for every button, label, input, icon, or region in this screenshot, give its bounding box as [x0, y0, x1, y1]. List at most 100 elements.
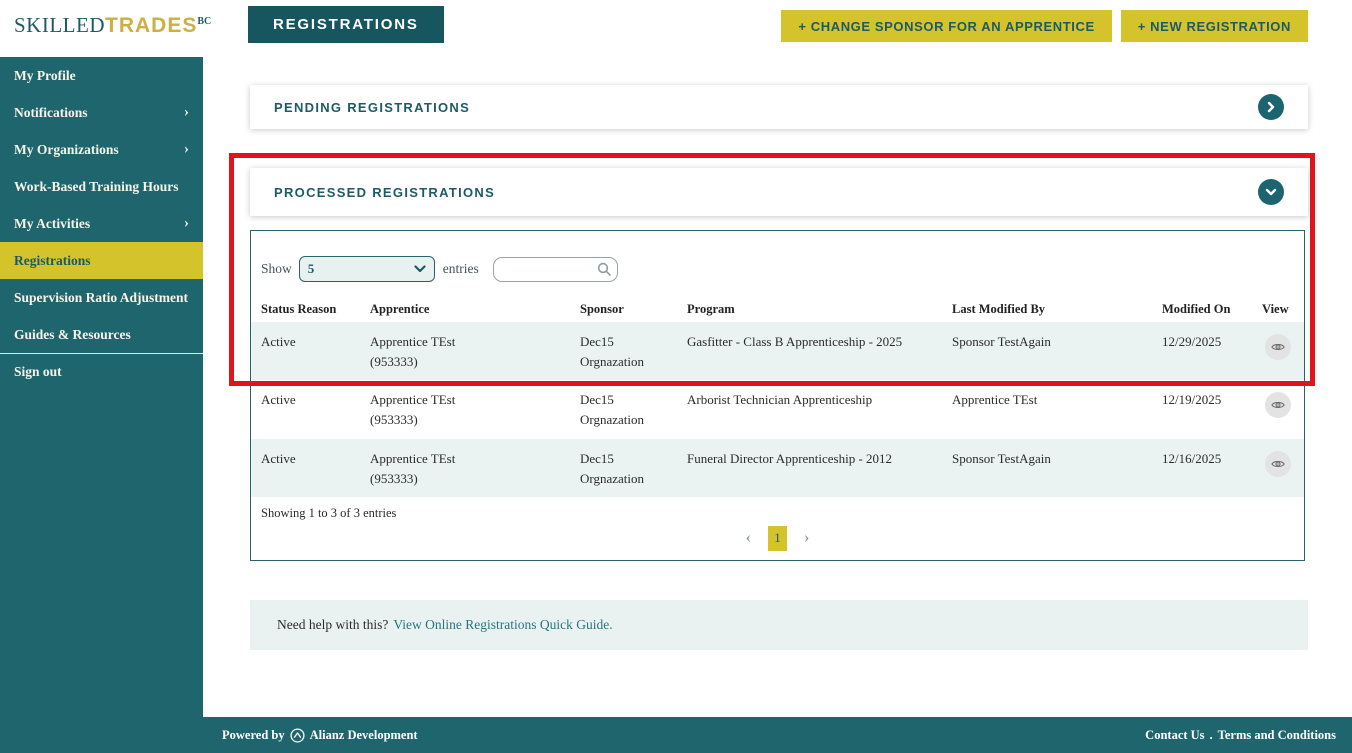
- column-apprentice: Apprentice: [360, 297, 570, 322]
- sidebar-item-sign-out[interactable]: Sign out: [0, 353, 203, 390]
- page-size-select[interactable]: 5: [299, 256, 435, 282]
- chevron-down-icon: [414, 265, 426, 273]
- help-box: Need help with this? View Online Registr…: [250, 600, 1308, 650]
- sidebar-item-my-organizations[interactable]: My Organizations ›: [0, 131, 203, 168]
- apprentice-name: Apprentice TEst: [370, 390, 560, 410]
- brand-logo-bc: BC: [197, 16, 211, 27]
- sidebar-item-label: Supervision Ratio Adjustment: [14, 290, 188, 306]
- pagination-prev-button[interactable]: ‹: [740, 528, 757, 548]
- apprentice-name: Apprentice TEst: [370, 449, 560, 469]
- column-modified-on: Modified On: [1152, 297, 1252, 322]
- cell-last-modified-by: Sponsor TestAgain: [942, 439, 1152, 497]
- eye-icon: [1271, 399, 1285, 411]
- page-title: REGISTRATIONS: [248, 6, 444, 43]
- sidebar-item-label: Notifications: [14, 105, 88, 121]
- cell-view: [1252, 322, 1304, 380]
- table-controls: Show 5 entries: [261, 256, 1294, 282]
- sidebar-item-supervision-ratio-adjustment[interactable]: Supervision Ratio Adjustment: [0, 279, 203, 316]
- cell-last-modified-by: Sponsor TestAgain: [942, 322, 1152, 380]
- powered-by-label: Powered by: [222, 728, 285, 743]
- sponsor-name-line2: Orgnazation: [580, 410, 667, 430]
- contact-us-link[interactable]: Contact Us: [1145, 728, 1204, 743]
- table-row: Active Apprentice TEst (953333) Dec15 Or…: [251, 322, 1304, 380]
- eye-icon: [1271, 341, 1285, 353]
- sponsor-name-line2: Orgnazation: [580, 469, 667, 489]
- cell-view: [1252, 380, 1304, 438]
- sidebar-item-notifications[interactable]: Notifications ›: [0, 94, 203, 131]
- pending-registrations-panel: PENDING REGISTRATIONS: [250, 85, 1308, 129]
- pending-registrations-title: PENDING REGISTRATIONS: [274, 100, 470, 115]
- company-name: Alianz Development: [310, 728, 418, 743]
- sidebar-item-label: My Organizations: [14, 142, 119, 158]
- sidebar-item-label: Sign out: [14, 364, 62, 380]
- cell-sponsor: Dec15 Orgnazation: [570, 439, 677, 497]
- brand-logo-trades: TRADES: [105, 14, 197, 37]
- column-sponsor: Sponsor: [570, 297, 677, 322]
- column-last-modified-by: Last Modified By: [942, 297, 1152, 322]
- chevron-right-icon: ›: [184, 142, 189, 157]
- cell-apprentice: Apprentice TEst (953333): [360, 439, 570, 497]
- sidebar-item-guides-resources[interactable]: Guides & Resources: [0, 316, 203, 353]
- page-size-value: 5: [308, 261, 315, 277]
- terms-and-conditions-link[interactable]: Terms and Conditions: [1218, 728, 1336, 743]
- quick-guide-link[interactable]: View Online Registrations Quick Guide.: [393, 617, 612, 633]
- expand-pending-button[interactable]: [1258, 94, 1284, 120]
- apprentice-name: Apprentice TEst: [370, 332, 560, 352]
- cell-status: Active: [251, 322, 360, 380]
- processed-registrations-title: PROCESSED REGISTRATIONS: [274, 185, 495, 200]
- sidebar-item-label: My Activities: [14, 216, 90, 232]
- cell-view: [1252, 439, 1304, 497]
- footer-powered-by: Powered by Alianz Development: [222, 728, 418, 743]
- chevron-right-icon: ›: [184, 216, 189, 231]
- cell-status: Active: [251, 439, 360, 497]
- pagination-page-1[interactable]: 1: [768, 526, 787, 551]
- show-label: Show: [261, 261, 292, 277]
- sidebar-item-registrations[interactable]: Registrations: [0, 242, 203, 279]
- cell-modified-on: 12/16/2025: [1152, 439, 1252, 497]
- cell-apprentice: Apprentice TEst (953333): [360, 322, 570, 380]
- cell-apprentice: Apprentice TEst (953333): [360, 380, 570, 438]
- view-registration-button[interactable]: [1265, 334, 1291, 360]
- sidebar-item-my-activities[interactable]: My Activities ›: [0, 205, 203, 242]
- entries-label: entries: [443, 261, 479, 277]
- column-program: Program: [677, 297, 942, 322]
- table-header-row: Status Reason Apprentice Sponsor Program…: [251, 297, 1304, 322]
- search-icon: [597, 262, 611, 276]
- registrations-table: Status Reason Apprentice Sponsor Program…: [251, 297, 1304, 497]
- footer-links: Contact Us . Terms and Conditions: [1145, 728, 1336, 743]
- pagination-next-button[interactable]: ›: [798, 528, 815, 548]
- table-search: [493, 257, 618, 282]
- sidebar-item-label: Registrations: [14, 253, 91, 269]
- cell-program: Arborist Technician Apprenticeship: [677, 380, 942, 438]
- new-registration-button[interactable]: + NEW REGISTRATION: [1121, 10, 1308, 42]
- brand-logo[interactable]: SKILLEDTRADESBC: [14, 13, 211, 38]
- sponsor-name-line1: Dec15: [580, 332, 667, 352]
- footer-separator: .: [1210, 728, 1213, 743]
- brand-logo-skilled: SKILLED: [14, 13, 105, 37]
- collapse-processed-button[interactable]: [1258, 179, 1284, 205]
- sponsor-name-line1: Dec15: [580, 449, 667, 469]
- sidebar-item-label: My Profile: [14, 68, 76, 84]
- view-registration-button[interactable]: [1265, 451, 1291, 477]
- cell-modified-on: 12/29/2025: [1152, 322, 1252, 380]
- sidebar-item-my-profile[interactable]: My Profile: [0, 57, 203, 94]
- help-text: Need help with this?: [277, 617, 388, 633]
- cell-modified-on: 12/19/2025: [1152, 380, 1252, 438]
- chevron-right-icon: [1265, 101, 1277, 113]
- column-status-reason: Status Reason: [251, 297, 360, 322]
- view-registration-button[interactable]: [1265, 392, 1291, 418]
- pagination: ‹ 1 ›: [251, 526, 1304, 551]
- eye-icon: [1271, 458, 1285, 470]
- cell-program: Gasfitter - Class B Apprenticeship - 202…: [677, 322, 942, 380]
- apprentice-id: (953333): [370, 410, 560, 430]
- cell-sponsor: Dec15 Orgnazation: [570, 380, 677, 438]
- cell-last-modified-by: Apprentice TEst: [942, 380, 1152, 438]
- cell-program: Funeral Director Apprenticeship - 2012: [677, 439, 942, 497]
- header-actions: + CHANGE SPONSOR FOR AN APPRENTICE + NEW…: [781, 10, 1308, 42]
- sidebar-item-label: Guides & Resources: [14, 327, 131, 343]
- processed-registrations-panel: PROCESSED REGISTRATIONS: [250, 168, 1308, 216]
- table-row: Active Apprentice TEst (953333) Dec15 Or…: [251, 380, 1304, 438]
- change-sponsor-button[interactable]: + CHANGE SPONSOR FOR AN APPRENTICE: [781, 10, 1111, 42]
- sidebar-item-work-based-training-hours[interactable]: Work-Based Training Hours: [0, 168, 203, 205]
- apprentice-id: (953333): [370, 352, 560, 372]
